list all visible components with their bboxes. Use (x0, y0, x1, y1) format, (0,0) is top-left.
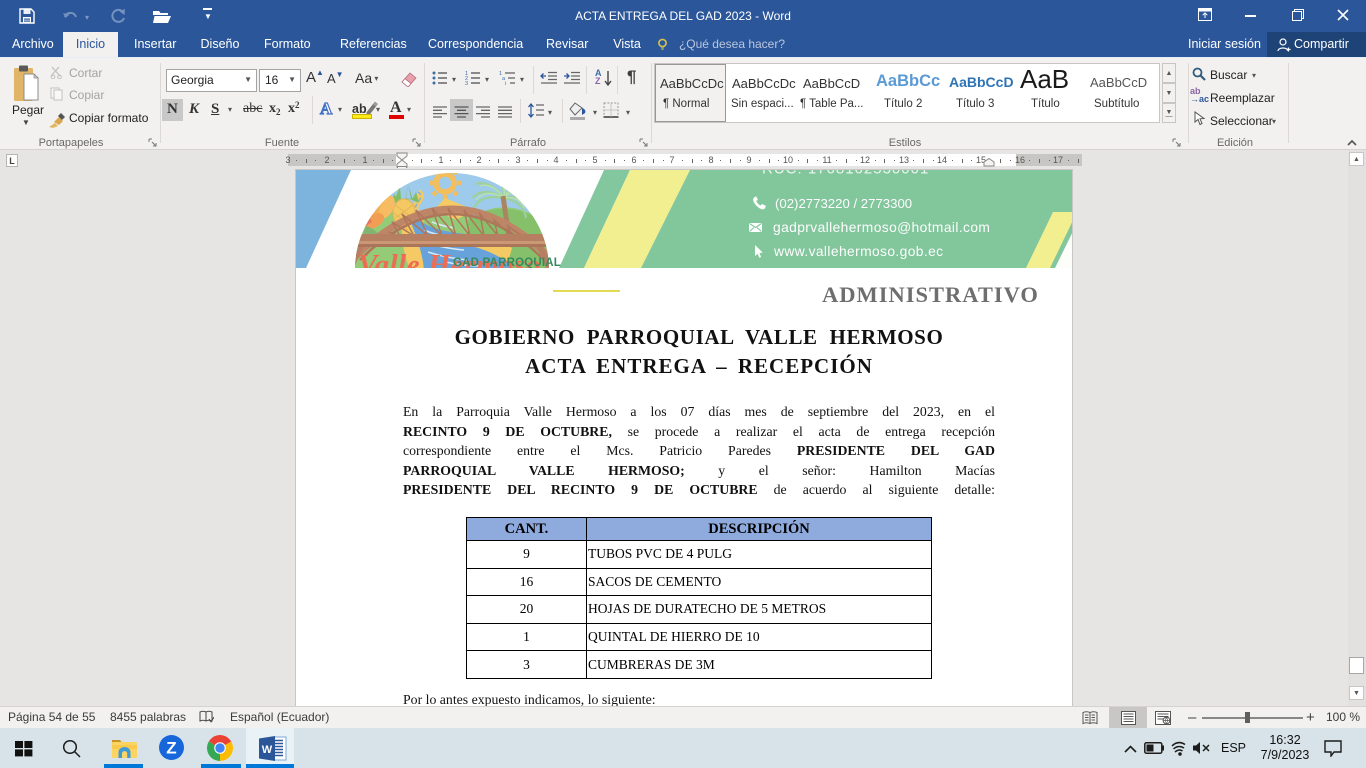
svg-text:W: W (262, 744, 273, 756)
svg-text:gadprvallehermoso@hotmail.com: gadprvallehermoso@hotmail.com (773, 220, 990, 235)
svg-text:RUC: 1768162530001: RUC: 1768162530001 (762, 170, 929, 178)
svg-text:GAD PARROQUIAL: GAD PARROQUIAL (453, 257, 561, 268)
svg-text:3: 3 (465, 81, 468, 85)
svg-text:i: i (505, 81, 506, 85)
svg-text:www.vallehermoso.gob.ec: www.vallehermoso.gob.ec (773, 244, 943, 259)
svg-text:Z: Z (166, 739, 176, 758)
svg-text:(02)2773220 / 2773300: (02)2773220 / 2773300 (775, 196, 912, 211)
